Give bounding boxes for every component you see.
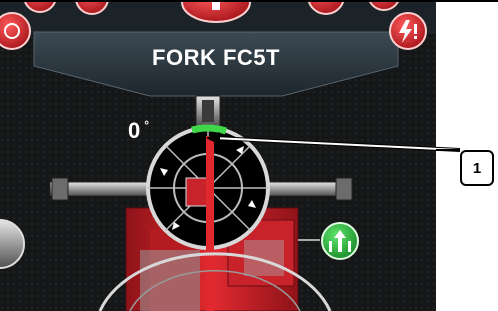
callout-pointer	[206, 132, 461, 152]
callout-label: 1	[460, 150, 494, 186]
